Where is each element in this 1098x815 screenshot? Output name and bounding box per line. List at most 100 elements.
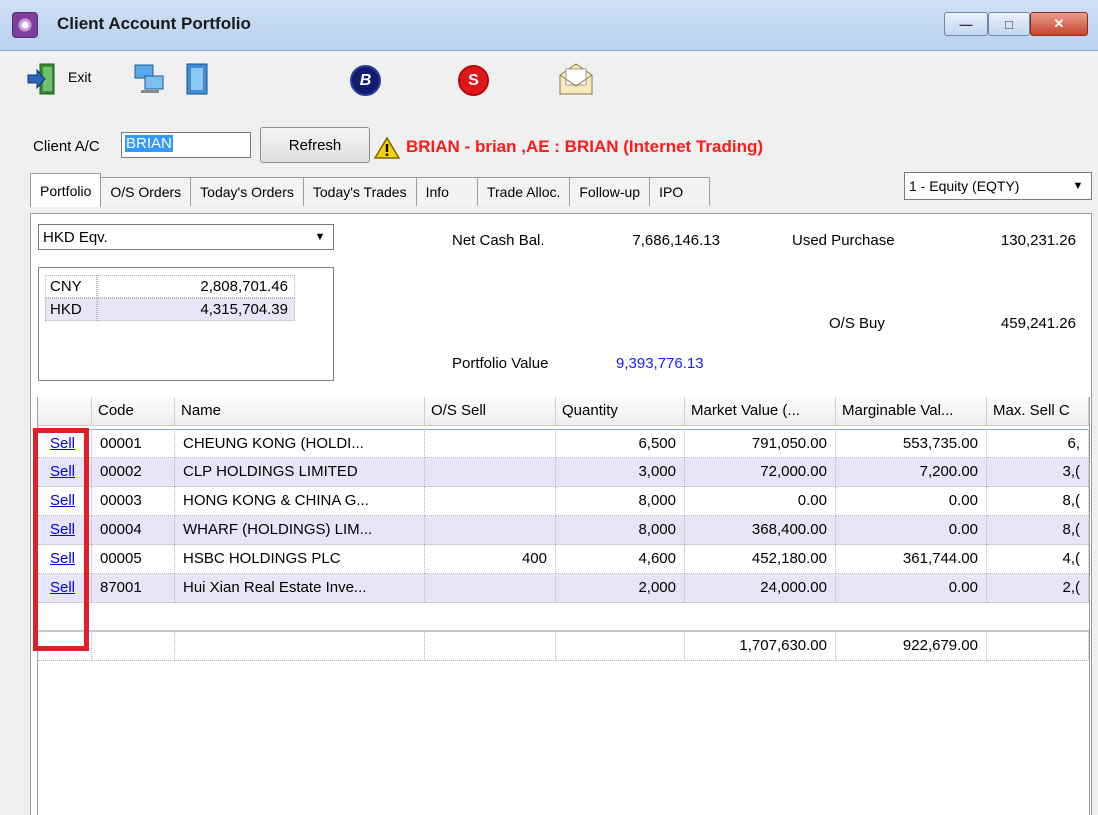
os-sell-cell bbox=[425, 574, 556, 603]
currency-code: HKD bbox=[45, 298, 97, 321]
os-buy-label: O/S Buy bbox=[829, 315, 885, 332]
code-cell: 00004 bbox=[92, 516, 175, 545]
totals-row: 1,707,630.00 922,679.00 bbox=[38, 630, 1089, 661]
market-value-cell: 452,180.00 bbox=[685, 545, 836, 574]
tab-portfolio[interactable]: Portfolio bbox=[30, 173, 102, 207]
currency-amount: 4,315,704.39 bbox=[97, 298, 295, 321]
dropdown-arrow-icon[interactable]: ▼ bbox=[311, 228, 329, 246]
currency-code: CNY bbox=[45, 275, 97, 298]
maximize-button[interactable]: □ bbox=[988, 12, 1030, 36]
table-row[interactable]: Sell 00002 CLP HOLDINGS LIMITED 3,000 72… bbox=[38, 458, 1089, 487]
code-cell: 00003 bbox=[92, 487, 175, 516]
tab-strip: Portfolio O/S Orders Today's Orders Toda… bbox=[30, 172, 711, 207]
quantity-cell: 8,000 bbox=[556, 487, 685, 516]
totals-empty-cell bbox=[987, 632, 1089, 661]
market-value-cell: 368,400.00 bbox=[685, 516, 836, 545]
column-header-name[interactable]: Name bbox=[175, 397, 425, 426]
tab-todays-trades[interactable]: Today's Trades bbox=[302, 177, 417, 206]
marginable-value-cell: 553,735.00 bbox=[836, 429, 987, 458]
os-sell-cell bbox=[425, 516, 556, 545]
warning-icon bbox=[373, 136, 401, 160]
table-row[interactable]: Sell 00003 HONG KONG & CHINA G... 8,000 … bbox=[38, 487, 1089, 516]
tab-ipo[interactable]: IPO bbox=[649, 177, 711, 206]
market-value-cell: 791,050.00 bbox=[685, 429, 836, 458]
totals-empty-cell bbox=[92, 632, 175, 661]
close-button[interactable]: ✕ bbox=[1030, 12, 1088, 36]
quantity-cell: 8,000 bbox=[556, 516, 685, 545]
name-cell: Hui Xian Real Estate Inve... bbox=[175, 574, 425, 603]
code-cell: 00001 bbox=[92, 429, 175, 458]
column-header-quantity[interactable]: Quantity bbox=[556, 397, 685, 426]
code-cell: 00005 bbox=[92, 545, 175, 574]
tab-trade-alloc[interactable]: Trade Alloc. bbox=[476, 177, 571, 206]
column-header-os-sell[interactable]: O/S Sell bbox=[425, 397, 556, 426]
portfolio-value-value: 9,393,776.13 bbox=[616, 355, 704, 372]
max-sell-cell: 8,( bbox=[987, 516, 1089, 545]
total-market-value: 1,707,630.00 bbox=[685, 632, 836, 661]
column-header-code[interactable]: Code bbox=[92, 397, 175, 426]
code-cell: 00002 bbox=[92, 458, 175, 487]
network-icon[interactable] bbox=[131, 60, 167, 98]
name-cell: HSBC HOLDINGS PLC bbox=[175, 545, 425, 574]
table-row[interactable]: Sell 87001 Hui Xian Real Estate Inve... … bbox=[38, 574, 1089, 603]
tab-os-orders[interactable]: O/S Orders bbox=[100, 177, 192, 206]
os-buy-value: 459,241.26 bbox=[1000, 315, 1076, 332]
marginable-value-cell: 0.00 bbox=[836, 574, 987, 603]
os-sell-cell bbox=[425, 429, 556, 458]
table-row[interactable]: Sell 00005 HSBC HOLDINGS PLC 400 4,600 4… bbox=[38, 545, 1089, 574]
title-bar: Client Account Portfolio — □ ✕ bbox=[0, 0, 1098, 51]
refresh-button[interactable]: Refresh bbox=[260, 127, 370, 163]
client-account-input[interactable]: BRIAN bbox=[121, 132, 251, 158]
table-row[interactable]: Sell 00001 CHEUNG KONG (HOLDI... 6,500 7… bbox=[38, 429, 1089, 458]
quantity-cell: 2,000 bbox=[556, 574, 685, 603]
mail-icon[interactable] bbox=[556, 60, 596, 98]
exit-icon[interactable] bbox=[26, 60, 64, 98]
currency-select[interactable]: HKD Eqv. ▼ bbox=[38, 224, 334, 250]
client-account-label: Client A/C bbox=[33, 138, 100, 155]
name-cell: HONG KONG & CHINA G... bbox=[175, 487, 425, 516]
used-purchase-value: 130,231.26 bbox=[1000, 232, 1076, 249]
minimize-button[interactable]: — bbox=[944, 12, 988, 36]
column-header-market-value[interactable]: Market Value (... bbox=[685, 397, 836, 426]
exit-label[interactable]: Exit bbox=[68, 69, 91, 85]
total-marginable-value: 922,679.00 bbox=[836, 632, 987, 661]
column-header-max-sell[interactable]: Max. Sell C bbox=[987, 397, 1089, 426]
client-status-text: BRIAN - brian ,AE : BRIAN (Internet Trad… bbox=[406, 137, 763, 156]
quantity-cell: 3,000 bbox=[556, 458, 685, 487]
market-select-value: 1 - Equity (EQTY) bbox=[909, 178, 1020, 194]
market-select[interactable]: 1 - Equity (EQTY) ▼ bbox=[904, 172, 1092, 200]
client-account-value: BRIAN bbox=[125, 135, 173, 152]
app-icon bbox=[12, 12, 38, 38]
net-cash-value: 7,686,146.13 bbox=[632, 232, 720, 249]
holdings-grid: Code Name O/S Sell Quantity Market Value… bbox=[37, 397, 1090, 815]
column-header-action[interactable] bbox=[38, 397, 92, 426]
tab-info[interactable]: Info bbox=[415, 177, 478, 206]
column-header-marginable-value[interactable]: Marginable Val... bbox=[836, 397, 987, 426]
dropdown-arrow-icon[interactable]: ▼ bbox=[1069, 177, 1087, 195]
table-row[interactable]: Sell 00004 WHARF (HOLDINGS) LIM... 8,000… bbox=[38, 516, 1089, 545]
name-cell: CLP HOLDINGS LIMITED bbox=[175, 458, 425, 487]
currency-select-value: HKD Eqv. bbox=[43, 228, 108, 246]
marginable-value-cell: 0.00 bbox=[836, 487, 987, 516]
buy-icon[interactable]: B bbox=[350, 65, 381, 96]
name-cell: WHARF (HOLDINGS) LIM... bbox=[175, 516, 425, 545]
max-sell-cell: 8,( bbox=[987, 487, 1089, 516]
totals-empty-cell bbox=[175, 632, 425, 661]
used-purchase-label: Used Purchase bbox=[792, 232, 895, 249]
max-sell-cell: 2,( bbox=[987, 574, 1089, 603]
os-sell-cell bbox=[425, 458, 556, 487]
totals-empty-cell bbox=[556, 632, 685, 661]
code-cell: 87001 bbox=[92, 574, 175, 603]
list-item[interactable]: CNY 2,808,701.46 bbox=[45, 275, 295, 299]
sell-icon[interactable]: S bbox=[458, 65, 489, 96]
quantity-cell: 4,600 bbox=[556, 545, 685, 574]
book-icon[interactable] bbox=[182, 60, 212, 98]
currency-balance-list: CNY 2,808,701.46 HKD 4,315,704.39 bbox=[38, 267, 334, 381]
marginable-value-cell: 7,200.00 bbox=[836, 458, 987, 487]
list-item[interactable]: HKD 4,315,704.39 bbox=[45, 298, 295, 322]
tab-follow-up[interactable]: Follow-up bbox=[569, 177, 651, 206]
tab-todays-orders[interactable]: Today's Orders bbox=[190, 177, 304, 206]
os-sell-cell: 400 bbox=[425, 545, 556, 574]
totals-empty-cell bbox=[425, 632, 556, 661]
max-sell-cell: 6, bbox=[987, 429, 1089, 458]
